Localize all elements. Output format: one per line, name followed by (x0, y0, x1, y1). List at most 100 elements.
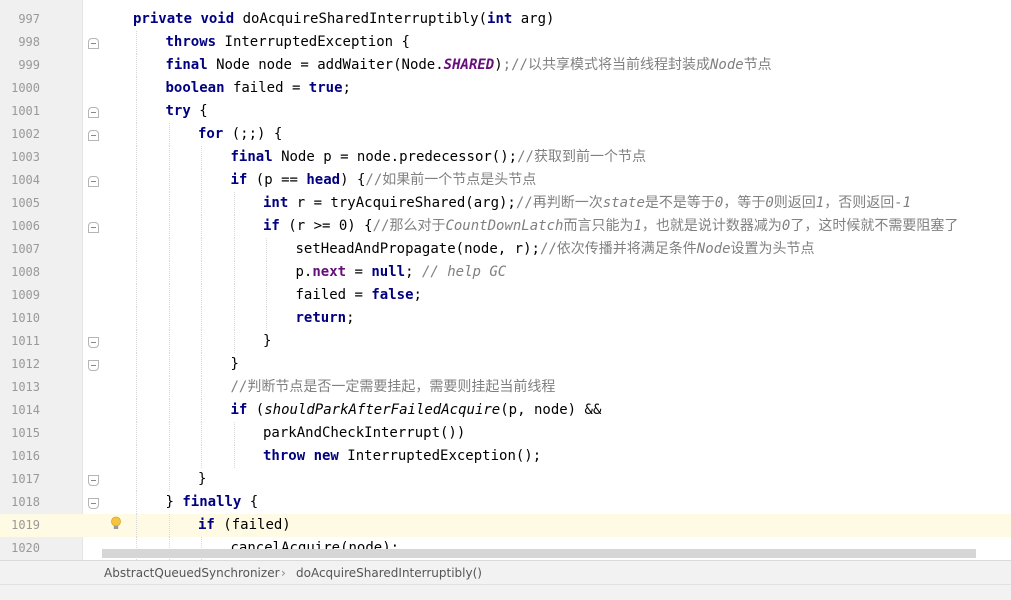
line-number[interactable]: 1018 (0, 491, 40, 514)
line-number[interactable]: 1013 (0, 376, 40, 399)
code-line[interactable]: 1008 p.next = null; // help GC (0, 261, 1011, 284)
code-line[interactable]: 1013 //判断节点是否一定需要挂起，需要则挂起当前线程 (0, 376, 1011, 399)
code-line[interactable]: 999 final Node node = addWaiter(Node.SHAR… (0, 54, 1011, 77)
line-number[interactable]: 1014 (0, 399, 40, 422)
code-text[interactable]: for (;;) { (198, 123, 282, 146)
line-number[interactable]: 1002 (0, 123, 40, 146)
code-line[interactable]: 998 throws InterruptedException { (0, 31, 1011, 54)
code-text[interactable]: if (r >= 0) {//那么对于CountDownLatch而言只能为1，… (263, 215, 958, 238)
code-line[interactable]: 1018 } finally { (0, 491, 1011, 514)
line-number[interactable]: 1011 (0, 330, 40, 353)
code-token: failed = (295, 287, 372, 303)
line-number[interactable]: 1016 (0, 445, 40, 468)
line-number[interactable]: 1007 (0, 238, 40, 261)
code-text[interactable]: throw new InterruptedException(); (263, 445, 541, 468)
line-number[interactable]: 1006 (0, 215, 40, 238)
line-number[interactable]: 1001 (0, 100, 40, 123)
code-token: if (263, 218, 289, 234)
code-line[interactable]: 997 private void doAcquireSharedInterrupt… (0, 8, 1011, 31)
code-text[interactable]: //判断节点是否一定需要挂起，需要则挂起当前线程 (231, 376, 556, 399)
code-text[interactable]: return; (296, 307, 355, 330)
code-text[interactable]: try { (166, 100, 208, 123)
code-text[interactable]: } (263, 330, 271, 353)
code-line[interactable]: 1019 if (failed) (0, 514, 1011, 537)
code-line[interactable]: 1002 for (;;) { (0, 123, 1011, 146)
code-text[interactable]: int r = tryAcquireShared(arg);//再判断一次sta… (263, 192, 911, 215)
code-text[interactable]: if (shouldParkAfterFailedAcquire(p, node… (231, 399, 602, 422)
code-line[interactable]: 1010 return; (0, 307, 1011, 330)
fold-marker-icon[interactable] (88, 222, 99, 233)
code-text[interactable]: if (p == head) {//如果前一个节点是头节点 (231, 169, 537, 192)
code-text[interactable]: setHeadAndPropagate(node, r);//依次传播并将满足条… (296, 238, 815, 261)
horizontal-scrollbar[interactable] (102, 549, 976, 558)
line-number[interactable]: 999 (0, 54, 40, 77)
indent-guide (266, 284, 267, 307)
code-token: { (199, 103, 208, 119)
code-token: boolean (165, 80, 233, 96)
code-text[interactable]: boolean failed = true; (166, 77, 351, 100)
line-number[interactable]: 1005 (0, 192, 40, 215)
fold-marker-icon[interactable] (88, 360, 99, 371)
code-text[interactable]: } (198, 468, 206, 491)
code-token: false (371, 287, 414, 303)
indent-guide (136, 399, 137, 422)
fold-marker-icon[interactable] (88, 475, 99, 486)
code-text[interactable]: } finally { (166, 491, 259, 514)
code-line[interactable]: 1000 boolean failed = true; (0, 77, 1011, 100)
code-text[interactable]: } (231, 353, 239, 376)
line-number[interactable]: 997 (0, 8, 40, 31)
code-editor[interactable]: 997 private void doAcquireSharedInterrupt… (0, 0, 1011, 560)
code-line[interactable]: 1009 failed = false; (0, 284, 1011, 307)
line-number[interactable]: 1020 (0, 537, 40, 560)
code-text[interactable]: if (failed) (198, 514, 291, 537)
code-token: throws (165, 34, 225, 50)
line-number[interactable]: 1008 (0, 261, 40, 284)
code-text[interactable]: final Node p = node.predecessor();//获取到前… (231, 146, 646, 169)
breadcrumb-class[interactable]: AbstractQueuedSynchronizer (104, 565, 280, 581)
code-text[interactable]: parkAndCheckInterrupt()) (263, 422, 465, 445)
code-line[interactable]: 1006 if (r >= 0) {//那么对于CountDownLatch而言只… (0, 215, 1011, 238)
indent-guide (266, 238, 267, 261)
fold-marker-icon[interactable] (88, 176, 99, 187)
line-number[interactable]: 1009 (0, 284, 40, 307)
code-text[interactable]: failed = false; (296, 284, 422, 307)
code-token: state (602, 195, 645, 211)
code-line[interactable]: 1003 final Node p = node.predecessor();//… (0, 146, 1011, 169)
breadcrumb-method[interactable]: doAcquireSharedInterruptibly() (296, 565, 482, 581)
line-number[interactable]: 1003 (0, 146, 40, 169)
line-number[interactable]: 1019 (0, 514, 40, 537)
code-line[interactable]: 1005 int r = tryAcquireShared(arg);//再判断一… (0, 192, 1011, 215)
code-text[interactable]: throws InterruptedException { (166, 31, 410, 54)
fold-marker-icon[interactable] (88, 337, 99, 348)
lightbulb-icon[interactable] (110, 516, 122, 532)
code-token: new (313, 448, 348, 464)
code-line[interactable]: 1011} (0, 330, 1011, 353)
fold-marker-icon[interactable] (88, 38, 99, 49)
indent-guide (233, 192, 235, 215)
code-line[interactable]: 1012} (0, 353, 1011, 376)
line-number[interactable]: 1004 (0, 169, 40, 192)
code-line[interactable]: 1004 if (p == head) {//如果前一个节点是头节点 (0, 169, 1011, 192)
indent-guide (136, 54, 137, 77)
code-line[interactable]: 1016 throw new InterruptedException(); (0, 445, 1011, 468)
line-number[interactable]: 1010 (0, 307, 40, 330)
code-line[interactable]: 1015 parkAndCheckInterrupt()) (0, 422, 1011, 445)
line-number[interactable]: 1000 (0, 77, 40, 100)
line-number[interactable]: 998 (0, 31, 40, 54)
code-text[interactable]: p.next = null; // help GC (296, 261, 507, 284)
fold-marker-icon[interactable] (88, 130, 99, 141)
line-number[interactable]: 1017 (0, 468, 40, 491)
indent-guide (136, 100, 137, 123)
code-line[interactable]: 1001 try { (0, 100, 1011, 123)
fold-marker-icon[interactable] (88, 498, 99, 509)
code-token: shouldParkAfterFailedAcquire (264, 402, 501, 418)
code-line[interactable]: 1017} (0, 468, 1011, 491)
code-line[interactable]: 1007 setHeadAndPropagate(node, r);//依次传播并… (0, 238, 1011, 261)
line-number[interactable]: 1015 (0, 422, 40, 445)
fold-marker-icon[interactable] (88, 107, 99, 118)
code-token: true (308, 80, 343, 96)
code-text[interactable]: private void doAcquireSharedInterruptibl… (133, 8, 554, 31)
code-line[interactable]: 1014 if (shouldParkAfterFailedAcquire(p, … (0, 399, 1011, 422)
line-number[interactable]: 1012 (0, 353, 40, 376)
code-text[interactable]: final Node node = addWaiter(Node.SHARED)… (166, 54, 772, 77)
